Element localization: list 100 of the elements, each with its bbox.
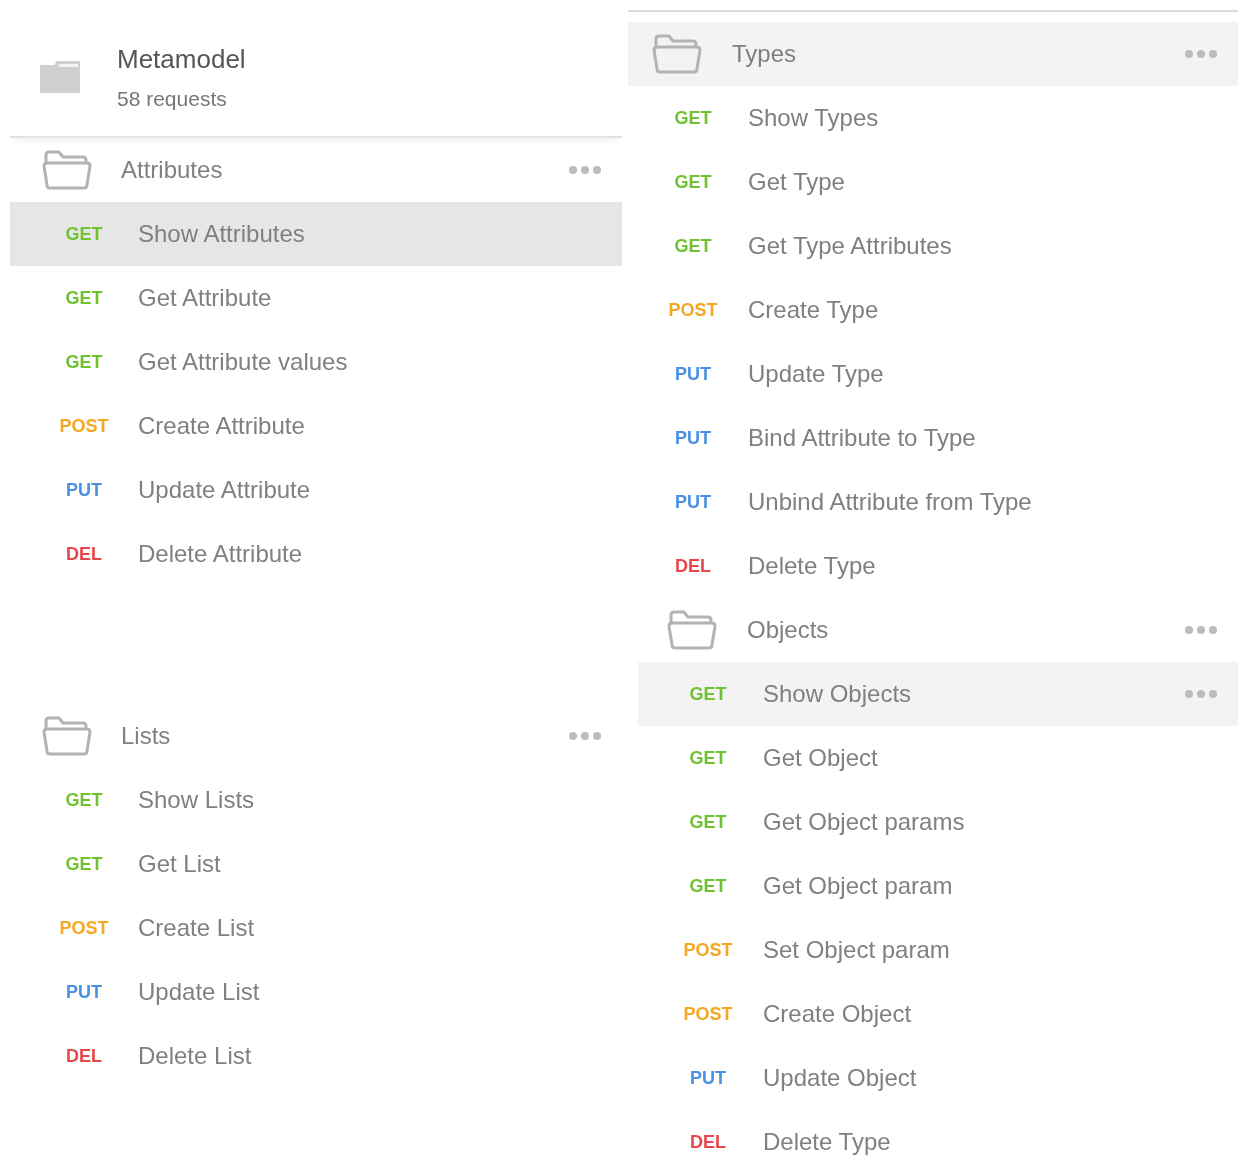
request-name: Update Attribute bbox=[138, 476, 312, 504]
request-name: Get Attribute bbox=[138, 284, 273, 312]
collection-name: Metamodel bbox=[117, 43, 246, 75]
request-item[interactable]: GET Get Object bbox=[638, 726, 1238, 790]
request-item[interactable]: GET Get Object param bbox=[638, 854, 1238, 918]
method-label: POST bbox=[58, 415, 110, 437]
request-item[interactable]: GET Get List bbox=[10, 832, 622, 896]
folder-icon bbox=[652, 34, 702, 74]
request-name: Get Object bbox=[763, 744, 879, 772]
request-item[interactable]: POST Create List bbox=[10, 896, 622, 960]
method-label: PUT bbox=[674, 427, 712, 449]
folder-row[interactable]: Types bbox=[628, 22, 1238, 86]
request-item[interactable]: DEL Delete Type bbox=[628, 534, 1238, 598]
request-item[interactable]: PUT Update Type bbox=[628, 342, 1238, 406]
request-name: Get Attribute values bbox=[138, 348, 349, 376]
method-label: GET bbox=[64, 287, 104, 309]
more-icon[interactable] bbox=[568, 165, 602, 175]
request-name: Show Lists bbox=[138, 786, 256, 814]
request-name: Show Attributes bbox=[138, 220, 306, 248]
method-label: GET bbox=[673, 235, 713, 257]
request-name: Update Type bbox=[748, 360, 885, 388]
method-label: DEL bbox=[65, 1045, 103, 1067]
method-label: POST bbox=[682, 1003, 734, 1025]
method-label: GET bbox=[673, 107, 713, 129]
request-item[interactable]: GET Show Objects bbox=[638, 662, 1238, 726]
request-item[interactable]: PUT Unbind Attribute from Type bbox=[628, 470, 1238, 534]
request-item[interactable]: GET Get Type Attributes bbox=[628, 214, 1238, 278]
more-icon[interactable] bbox=[1184, 49, 1218, 59]
request-name: Create List bbox=[138, 914, 256, 942]
request-name: Bind Attribute to Type bbox=[748, 424, 977, 452]
request-item[interactable]: PUT Update Attribute bbox=[10, 458, 622, 522]
method-label: GET bbox=[673, 171, 713, 193]
request-item[interactable]: DEL Delete Attribute bbox=[10, 522, 622, 586]
request-name: Set Object param bbox=[763, 936, 951, 964]
request-item[interactable]: GET Get Object params bbox=[638, 790, 1238, 854]
request-item[interactable]: DEL Delete Type bbox=[638, 1110, 1238, 1159]
method-label: GET bbox=[64, 351, 104, 373]
request-item[interactable]: PUT Bind Attribute to Type bbox=[628, 406, 1238, 470]
request-item[interactable]: GET Show Types bbox=[628, 86, 1238, 150]
request-name: Update List bbox=[138, 978, 261, 1006]
method-label: DEL bbox=[65, 543, 103, 565]
request-name: Update Object bbox=[763, 1064, 918, 1092]
method-label: GET bbox=[64, 223, 104, 245]
method-label: GET bbox=[64, 789, 104, 811]
request-name: Get Object params bbox=[763, 808, 966, 836]
request-name: Get Type bbox=[748, 168, 846, 196]
request-item[interactable]: GET Get Attribute bbox=[10, 266, 622, 330]
method-label: GET bbox=[688, 683, 728, 705]
collection-header[interactable]: Metamodel 58 requests bbox=[10, 18, 622, 138]
method-label: PUT bbox=[65, 981, 103, 1003]
method-label: GET bbox=[688, 875, 728, 897]
request-name: Create Type bbox=[748, 296, 880, 324]
more-icon[interactable] bbox=[1184, 689, 1218, 699]
request-item[interactable]: POST Create Type bbox=[628, 278, 1238, 342]
request-item[interactable]: POST Create Attribute bbox=[10, 394, 622, 458]
request-name: Get Type Attributes bbox=[748, 232, 953, 260]
method-label: PUT bbox=[689, 1067, 727, 1089]
folder-name: Lists bbox=[121, 722, 172, 750]
folder-name: Attributes bbox=[121, 156, 224, 184]
folder-row[interactable]: Lists bbox=[10, 704, 622, 768]
method-label: DEL bbox=[674, 555, 712, 577]
more-icon[interactable] bbox=[1184, 625, 1218, 635]
method-label: DEL bbox=[689, 1131, 727, 1153]
request-item[interactable]: GET Show Lists bbox=[10, 768, 622, 832]
request-name: Get Object param bbox=[763, 872, 954, 900]
folder-icon bbox=[667, 610, 717, 650]
method-label: POST bbox=[682, 939, 734, 961]
request-item[interactable]: PUT Update List bbox=[10, 960, 622, 1024]
request-item[interactable]: PUT Update Object bbox=[638, 1046, 1238, 1110]
method-label: PUT bbox=[674, 491, 712, 513]
request-name: Delete Type bbox=[763, 1128, 892, 1156]
request-name: Delete Type bbox=[748, 552, 877, 580]
folder-row[interactable]: Objects bbox=[638, 598, 1238, 662]
request-item[interactable]: GET Get Attribute values bbox=[10, 330, 622, 394]
request-name: Delete List bbox=[138, 1042, 253, 1070]
folder-icon bbox=[40, 61, 80, 93]
request-name: Create Attribute bbox=[138, 412, 306, 440]
request-name: Show Types bbox=[748, 104, 880, 132]
more-icon[interactable] bbox=[568, 731, 602, 741]
method-label: GET bbox=[64, 853, 104, 875]
method-label: POST bbox=[667, 299, 719, 321]
request-name: Get List bbox=[138, 850, 222, 878]
request-item[interactable]: DEL Delete List bbox=[10, 1024, 622, 1088]
request-item[interactable]: POST Create Object bbox=[638, 982, 1238, 1046]
folder-icon bbox=[42, 716, 92, 756]
method-label: PUT bbox=[674, 363, 712, 385]
request-item[interactable]: GET Show Attributes bbox=[10, 202, 622, 266]
folder-name: Objects bbox=[747, 616, 830, 644]
method-label: POST bbox=[58, 917, 110, 939]
request-name: Create Object bbox=[763, 1000, 913, 1028]
method-label: PUT bbox=[65, 479, 103, 501]
folder-name: Types bbox=[732, 40, 798, 68]
method-label: GET bbox=[688, 747, 728, 769]
folder-row[interactable]: Attributes bbox=[10, 138, 622, 202]
request-item[interactable]: POST Set Object param bbox=[638, 918, 1238, 982]
folder-icon bbox=[42, 150, 92, 190]
request-name: Unbind Attribute from Type bbox=[748, 488, 1033, 516]
request-item[interactable]: GET Get Type bbox=[628, 150, 1238, 214]
request-count: 58 requests bbox=[117, 86, 228, 111]
request-name: Show Objects bbox=[763, 680, 913, 708]
